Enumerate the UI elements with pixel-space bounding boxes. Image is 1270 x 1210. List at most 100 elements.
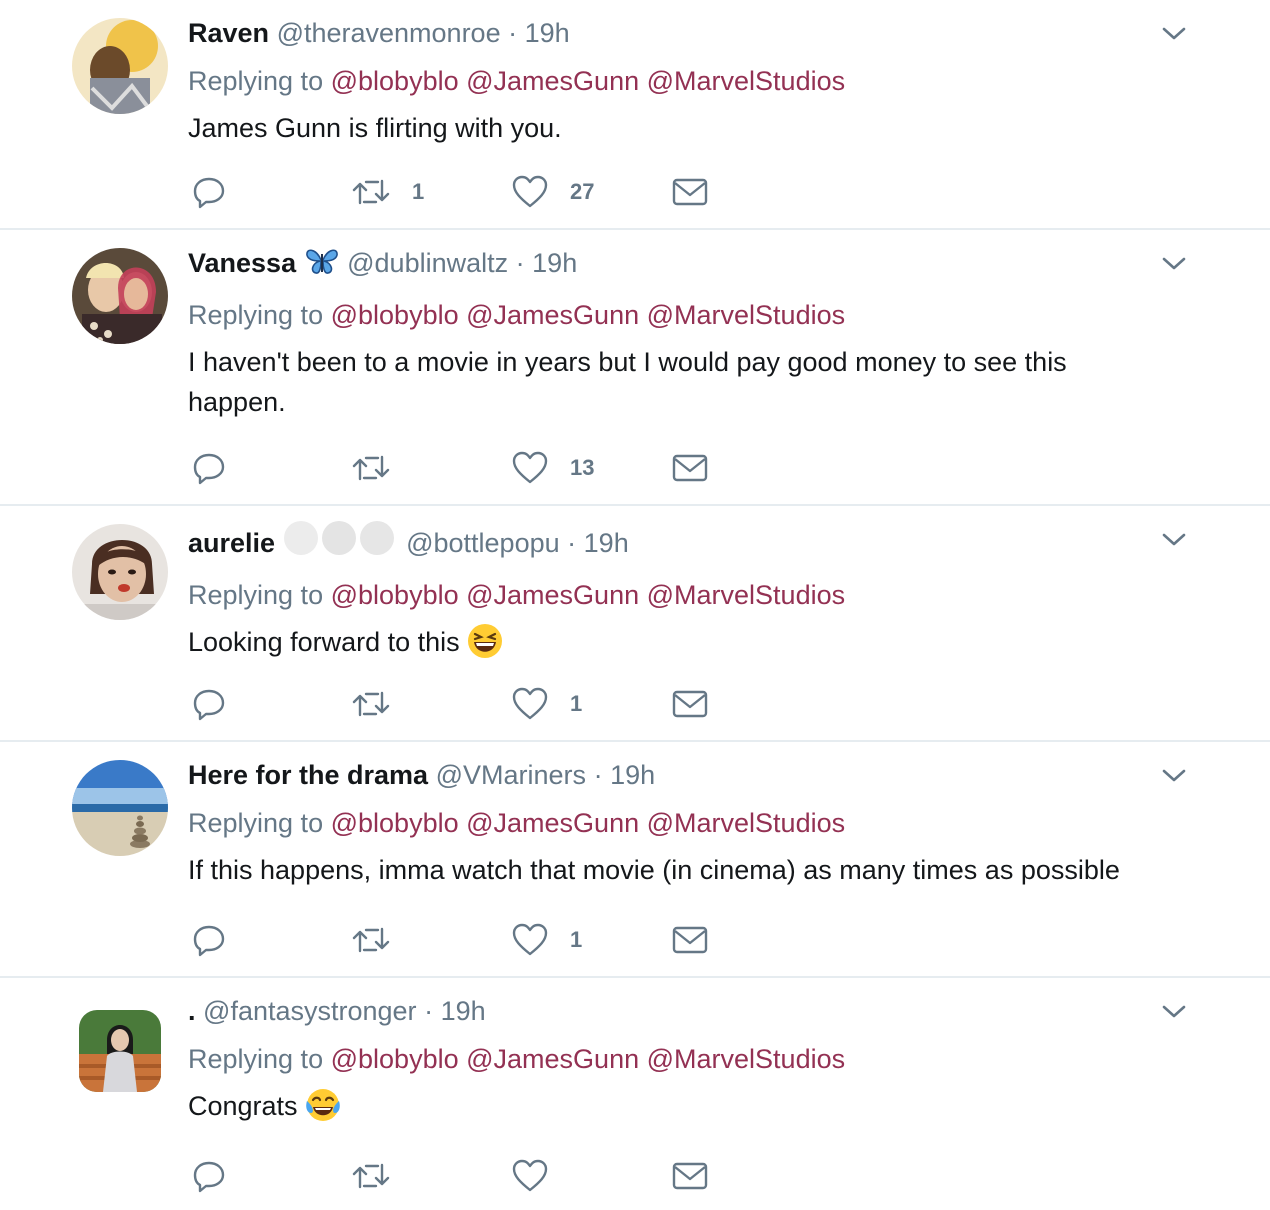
- timestamp[interactable]: 19h: [532, 248, 577, 278]
- mention-link[interactable]: @JamesGunn: [466, 66, 639, 96]
- reply-icon: [192, 923, 226, 957]
- reply-icon: [192, 451, 226, 485]
- like-button[interactable]: 1: [512, 686, 582, 722]
- tears-of-joy-emoji-icon: [305, 1087, 341, 1123]
- mention-link[interactable]: @blobyblo: [331, 580, 459, 610]
- user-handle[interactable]: @bottlepopu: [406, 528, 560, 558]
- reply-button[interactable]: [192, 450, 226, 486]
- white-circles-icon: [283, 520, 399, 566]
- user-handle[interactable]: @fantasystronger: [203, 996, 417, 1026]
- tweet-text-body: Congrats: [188, 1091, 298, 1121]
- replying-to: Replying to @blobyblo @JamesGunn @Marvel…: [188, 1040, 1160, 1078]
- mention-link[interactable]: @JamesGunn: [466, 1044, 639, 1074]
- like-count: 1: [570, 691, 583, 716]
- replying-to-label: Replying to: [188, 808, 324, 838]
- display-name[interactable]: Raven: [188, 18, 269, 48]
- tweet-text: I haven't been to a movie in years but I…: [188, 347, 1067, 417]
- user-handle[interactable]: @theravenmonroe: [277, 18, 501, 48]
- chevron-down-icon[interactable]: [1162, 22, 1186, 46]
- reply-button[interactable]: [192, 922, 226, 958]
- dm-button[interactable]: [672, 686, 708, 722]
- mention-link[interactable]: @blobyblo: [331, 808, 459, 838]
- dm-button[interactable]: [672, 1158, 708, 1194]
- envelope-icon: [672, 453, 708, 483]
- display-name[interactable]: aurelie: [188, 528, 275, 558]
- like-count: 1: [570, 927, 583, 952]
- mention-link[interactable]: @MarvelStudios: [647, 808, 845, 838]
- user-handle[interactable]: @VMariners: [436, 760, 586, 790]
- retweet-button[interactable]: [352, 450, 412, 486]
- chevron-down-icon[interactable]: [1162, 764, 1186, 788]
- tweet[interactable]: . @fantasystronger · 19h Replying to @bl…: [0, 978, 1270, 1210]
- chevron-down-icon[interactable]: [1162, 1000, 1186, 1024]
- display-name[interactable]: Here for the drama: [188, 760, 428, 790]
- mention-link[interactable]: @MarvelStudios: [647, 66, 845, 96]
- separator: ·: [567, 528, 577, 558]
- like-button[interactable]: [512, 1158, 570, 1194]
- tweet[interactable]: aurelie @bottlepopu · 19h Replying to @b…: [0, 506, 1270, 742]
- like-count: 13: [570, 455, 595, 480]
- avatar[interactable]: [79, 1010, 161, 1092]
- reply-button[interactable]: [192, 686, 226, 722]
- mention-link[interactable]: @blobyblo: [331, 66, 459, 96]
- tweet[interactable]: Vanessa @dublinwaltz · 19h Replying to @…: [0, 230, 1270, 506]
- laughing-emoji-icon: [467, 623, 503, 659]
- butterfly-icon: [304, 246, 340, 286]
- mention-link[interactable]: @JamesGunn: [466, 580, 639, 610]
- retweet-button[interactable]: [352, 922, 412, 958]
- replying-to: Replying to @blobyblo @JamesGunn @Marvel…: [188, 62, 1160, 100]
- envelope-icon: [672, 925, 708, 955]
- mention-link[interactable]: @blobyblo: [331, 1044, 459, 1074]
- heart-icon: [512, 451, 548, 485]
- tweet-text: James Gunn is flirting with you.: [188, 113, 562, 143]
- chevron-down-icon[interactable]: [1162, 252, 1186, 276]
- mention-link[interactable]: @JamesGunn: [466, 808, 639, 838]
- mention-link[interactable]: @MarvelStudios: [647, 1044, 845, 1074]
- reply-icon: [192, 1159, 226, 1193]
- display-name[interactable]: Vanessa: [188, 248, 296, 278]
- mention-link[interactable]: @blobyblo: [331, 300, 459, 330]
- heart-icon: [512, 687, 548, 721]
- tweet[interactable]: Raven @theravenmonroe · 19h Replying to …: [0, 0, 1270, 230]
- mention-link[interactable]: @JamesGunn: [466, 300, 639, 330]
- display-name[interactable]: .: [188, 996, 196, 1026]
- tweet[interactable]: Here for the drama @VMariners · 19h Repl…: [0, 742, 1270, 978]
- dm-button[interactable]: [672, 174, 708, 210]
- heart-icon: [512, 923, 548, 957]
- timestamp[interactable]: 19h: [610, 760, 655, 790]
- avatar[interactable]: [72, 18, 168, 114]
- retweet-icon: [352, 451, 390, 485]
- tweet-text: Congrats: [188, 1086, 1160, 1126]
- envelope-icon: [672, 689, 708, 719]
- reply-icon: [192, 175, 226, 209]
- dm-button[interactable]: [672, 450, 708, 486]
- like-button[interactable]: 1: [512, 922, 582, 958]
- retweet-button[interactable]: [352, 686, 412, 722]
- tweet-text: If this happens, imma watch that movie (…: [188, 855, 1120, 885]
- replying-to-label: Replying to: [188, 300, 324, 330]
- avatar[interactable]: [72, 524, 168, 620]
- retweet-button[interactable]: [352, 1158, 412, 1194]
- dm-button[interactable]: [672, 922, 708, 958]
- replying-to: Replying to @blobyblo @JamesGunn @Marvel…: [188, 576, 1160, 614]
- like-button[interactable]: 13: [512, 450, 594, 486]
- heart-icon: [512, 1159, 548, 1193]
- mention-link[interactable]: @MarvelStudios: [647, 580, 845, 610]
- reply-button[interactable]: [192, 174, 226, 210]
- timestamp[interactable]: 19h: [584, 528, 629, 558]
- reply-button[interactable]: [192, 1158, 226, 1194]
- avatar[interactable]: [72, 760, 168, 856]
- like-button[interactable]: 27: [512, 174, 594, 210]
- timestamp[interactable]: 19h: [525, 18, 570, 48]
- mention-link[interactable]: @MarvelStudios: [647, 300, 845, 330]
- retweet-button[interactable]: 1: [352, 174, 424, 210]
- retweet-count: 1: [412, 179, 425, 204]
- replying-to-label: Replying to: [188, 1044, 324, 1074]
- replying-to-label: Replying to: [188, 66, 324, 96]
- avatar[interactable]: [72, 248, 168, 344]
- replying-to: Replying to @blobyblo @JamesGunn @Marvel…: [188, 296, 1160, 334]
- user-handle[interactable]: @dublinwaltz: [347, 248, 508, 278]
- chevron-down-icon[interactable]: [1162, 528, 1186, 552]
- reply-feed: Raven @theravenmonroe · 19h Replying to …: [0, 0, 1270, 1210]
- timestamp[interactable]: 19h: [441, 996, 486, 1026]
